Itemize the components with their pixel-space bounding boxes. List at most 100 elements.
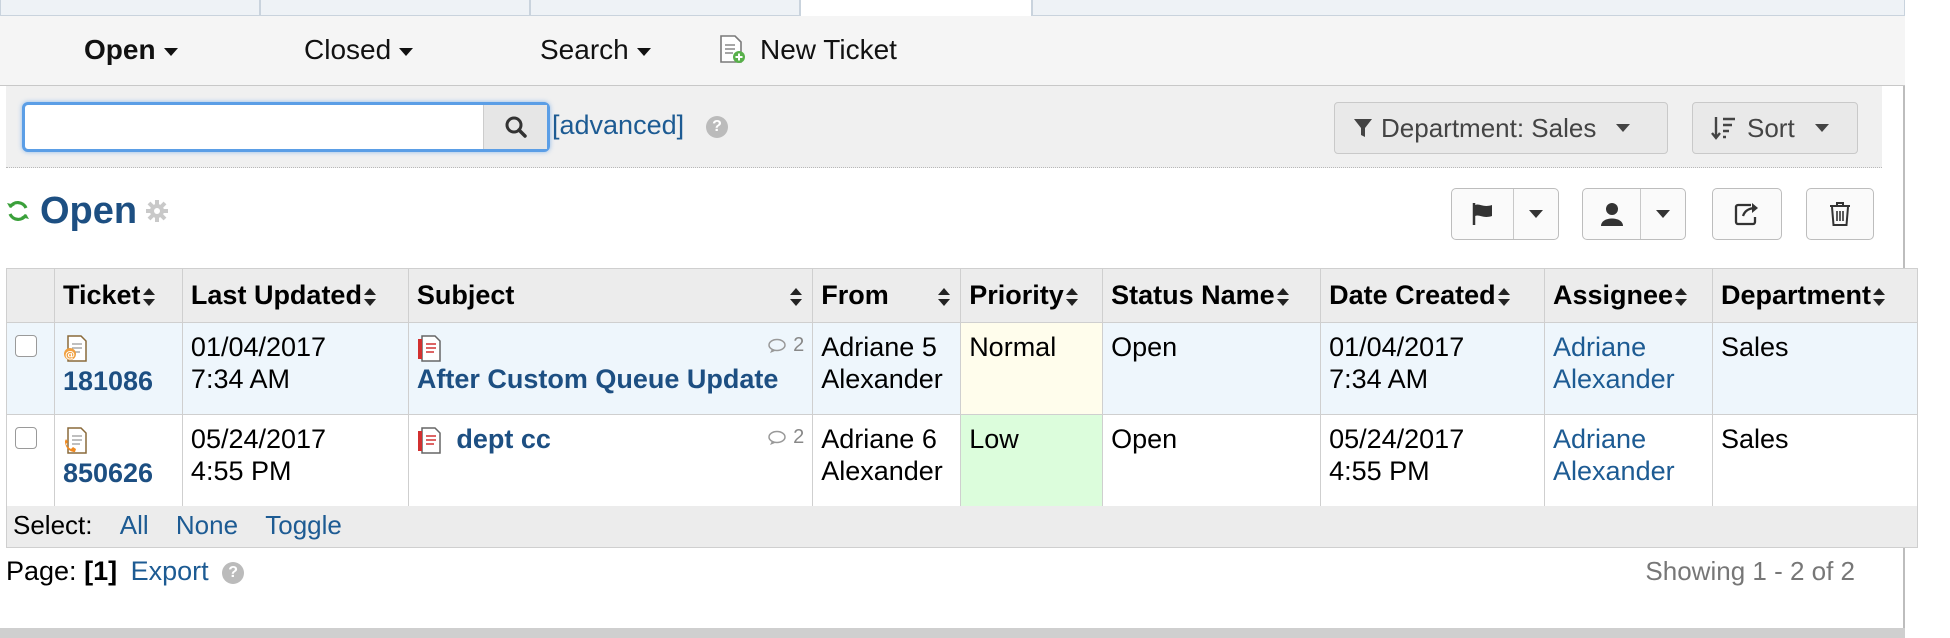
sort-icon (363, 287, 376, 306)
header-status-name[interactable]: Status Name (1102, 268, 1322, 323)
thread-count: 2 (767, 421, 805, 453)
select-label: Select: (13, 510, 93, 540)
select-none-link[interactable]: None (176, 510, 238, 540)
priority-cell: Normal (960, 322, 1104, 415)
header-label: Priority (969, 280, 1064, 310)
search-input[interactable] (25, 105, 481, 149)
ticket-number-link[interactable]: 181086 (63, 365, 174, 397)
table-row[interactable]: 850626 05/24/2017 4:55 PM dept cc 2 Adri… (6, 414, 1919, 507)
header-priority[interactable]: Priority (960, 268, 1104, 323)
gear-icon[interactable] (145, 199, 169, 223)
ticket-cell: @ 181086 (53, 322, 183, 415)
ticket-number-link[interactable]: 850626 (63, 457, 174, 489)
search-icon (505, 116, 527, 138)
priority-cell: Low (960, 414, 1104, 507)
refresh-icon[interactable] (6, 199, 30, 223)
tickets-table: Ticket Last Updated Subject From Priorit… (6, 268, 1919, 507)
header-from[interactable]: From (812, 268, 962, 323)
header-ticket[interactable]: Ticket (53, 268, 183, 323)
header-label: Subject (416, 280, 515, 310)
new-ticket-label: New Ticket (760, 34, 897, 65)
header-last-updated[interactable]: Last Updated (181, 268, 409, 323)
from-ticket-count: 6 (921, 424, 937, 454)
ticket-doc-icon (417, 335, 441, 362)
sort-button[interactable]: Sort (1692, 102, 1858, 154)
row-checkbox[interactable] (15, 427, 37, 449)
advanced-search-link[interactable]: [advanced] (552, 110, 684, 141)
nav-closed-label: Closed (304, 34, 392, 65)
nav-search-label: Search (540, 34, 629, 65)
date-created-date: 05/24/2017 (1329, 424, 1465, 454)
current-page[interactable]: [1] (84, 556, 117, 586)
search-box (22, 102, 550, 152)
last-updated-date: 01/04/2017 (190, 332, 327, 362)
from-cell: Adriane 5 Alexander (812, 322, 962, 415)
assignee-link[interactable]: Alexander (1553, 363, 1704, 395)
row-checkbox[interactable] (15, 335, 37, 357)
subject-link[interactable]: After Custom Queue Update (417, 364, 779, 394)
nav-open-dropdown[interactable]: Open (84, 34, 178, 66)
sort-icon (1873, 287, 1885, 306)
tab-stub[interactable] (0, 0, 260, 16)
share-icon (1734, 203, 1758, 226)
select-toggle-link[interactable]: Toggle (265, 510, 342, 540)
last-updated-cell: 01/04/2017 7:34 AM (181, 322, 409, 415)
thread-count-value: 2 (793, 334, 805, 356)
nav-closed-dropdown[interactable]: Closed (304, 34, 414, 66)
assignee-cell: Adriane Alexander (1544, 414, 1713, 507)
flag-icon (1472, 203, 1492, 225)
tab-active[interactable] (800, 0, 1032, 16)
select-all-link[interactable]: All (120, 510, 149, 540)
assignee-link[interactable]: Alexander (1553, 455, 1704, 487)
header-select (6, 268, 55, 323)
date-created-time: 4:55 PM (1329, 456, 1430, 486)
header-subject[interactable]: Subject (407, 268, 814, 323)
sort-icon (1711, 117, 1735, 140)
svg-text:@: @ (65, 350, 75, 361)
assign-action-button[interactable] (1582, 188, 1686, 240)
nav-search-dropdown[interactable]: Search (540, 34, 651, 66)
subject-link[interactable]: dept cc (456, 424, 551, 454)
department-cell: Sales (1711, 322, 1919, 415)
new-ticket-link[interactable]: New Ticket (718, 34, 897, 66)
date-created-time: 7:34 AM (1329, 364, 1429, 394)
department-filter-label: Department: Sales (1381, 112, 1597, 143)
assignee-link[interactable]: Adriane (1553, 423, 1704, 455)
chevron-down-icon (1656, 210, 1671, 218)
chevron-down-icon (636, 48, 651, 56)
queue-header: Open (6, 186, 169, 236)
page-label: Page: (6, 556, 77, 586)
department-cell: Sales (1711, 414, 1919, 507)
last-updated-date: 05/24/2017 (190, 424, 327, 454)
sort-icon (1276, 287, 1289, 306)
department-filter-button[interactable]: Department: Sales (1334, 102, 1668, 154)
header-assignee[interactable]: Assignee (1544, 268, 1713, 323)
subject-cell: 2 After Custom Queue Update (407, 322, 814, 415)
tab-stub[interactable] (530, 0, 800, 16)
assignee-link[interactable]: Adriane (1553, 331, 1704, 363)
nav-open-label: Open (84, 34, 156, 65)
sort-icon (1065, 287, 1078, 306)
header-department[interactable]: Department (1711, 268, 1919, 323)
from-last-name: Alexander (821, 456, 943, 486)
help-icon[interactable]: ? (222, 561, 245, 584)
chevron-down-icon (163, 48, 178, 56)
header-date-created[interactable]: Date Created (1320, 268, 1546, 323)
tab-stub[interactable] (260, 0, 530, 16)
tab-stub[interactable] (1032, 0, 1905, 16)
from-ticket-count: 5 (921, 332, 937, 362)
flag-action-button[interactable] (1451, 188, 1559, 240)
date-created-cell: 05/24/2017 4:55 PM (1320, 414, 1546, 507)
search-button[interactable] (483, 105, 547, 149)
table-row[interactable]: @ 181086 01/04/2017 7:34 AM 2 After Cust… (6, 322, 1919, 415)
share-action-button[interactable] (1712, 188, 1782, 240)
trash-icon (1830, 202, 1850, 226)
table-header-row: Ticket Last Updated Subject From Priorit… (6, 268, 1919, 323)
row-select-cell (6, 414, 55, 507)
delete-action-button[interactable] (1806, 188, 1874, 240)
export-link[interactable]: Export (131, 556, 209, 586)
help-icon[interactable]: ? (706, 116, 728, 138)
header-label: From (821, 280, 889, 310)
thread-count-value: 2 (793, 426, 805, 448)
ticket-cell: 850626 (53, 414, 183, 507)
